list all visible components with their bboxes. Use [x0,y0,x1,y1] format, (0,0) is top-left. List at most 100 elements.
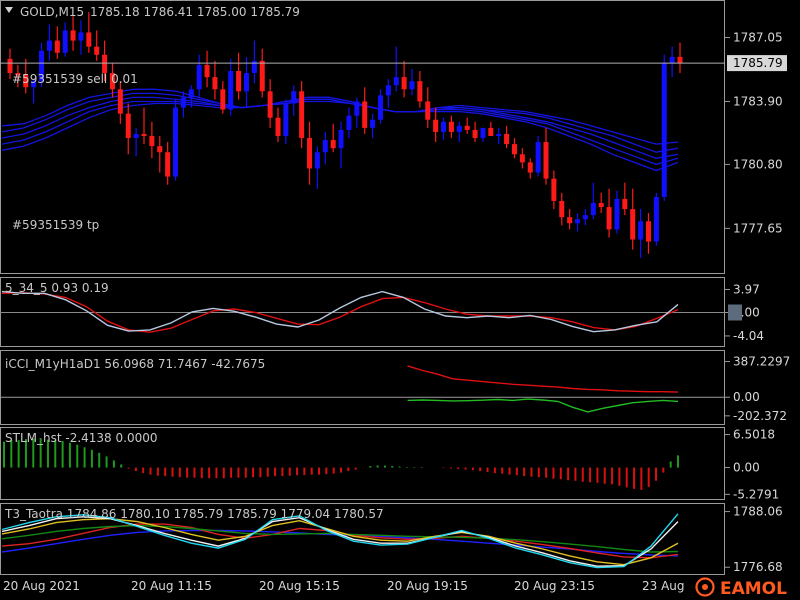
time-tick-label: 20 Aug 19:15 [387,579,468,593]
candle-body [575,219,581,224]
candle-body [669,56,675,63]
trading-chart: 1787.05 1783.90 1780.80 1777.65 3.97 0.00 -4.0… [0,0,790,599]
candle-body [322,140,328,153]
order-annotation-tp: #59351539 tp [12,218,99,232]
candle-body [385,85,391,96]
histogram-title: STLM_hst -2.4138 0.0000 [5,431,157,445]
axis-tick-label: 1777.65 [733,221,783,235]
time-tick-label: 23 Aug [642,579,685,593]
candle-body [7,58,13,74]
candle-body [212,77,218,90]
candle-body [441,121,447,132]
ma-ribbon-line [1,96,679,159]
candle-body [236,71,242,92]
candle-body [338,129,344,149]
candle-body [472,129,478,139]
candle-body [582,215,588,220]
axis-tick-label: 6.5018 [733,428,775,442]
candle-body [196,64,202,90]
candle-body [551,178,557,201]
brand-logo-text: EAMOL [720,579,787,599]
candle-body [519,154,525,163]
candle-body [133,133,139,139]
candle-body [448,121,454,132]
candle-body [425,101,431,120]
candle-body [354,101,360,116]
candle-body [504,133,510,145]
candle-body [275,117,281,136]
brand-logo: EAMOL [695,577,787,599]
axis-tick-label: 0.00 [733,390,760,404]
brand-logo-icon-dot [702,584,708,590]
series-line [407,398,679,413]
time-tick-label: 20 Aug 2021 [3,579,80,593]
axis-tick-label: 1787.05 [733,31,783,45]
candle-body [165,152,171,177]
candle-body [267,91,273,118]
oscillator-title: 5_34_5 0.93 0.19 [5,281,109,295]
candle-body [527,162,533,173]
candle-body [149,135,155,147]
price-axes: 1787.05 1783.90 1780.80 1777.65 3.97 0.00 -4.0… [725,31,790,574]
time-tick-label: 20 Aug 15:15 [259,579,340,593]
price-ohlc: 1785.18 1786.41 1785.00 1785.79 [90,5,300,19]
candle-body [54,40,60,53]
t3-title: T3_Taotra 1784.86 1780.10 1785.79 1785.7… [4,507,384,521]
candle-body [86,32,92,47]
candle-body [401,77,407,90]
candle-body [567,217,573,224]
axis-tick-label: -4.04 [733,329,764,343]
candle-body [496,133,502,136]
candle-body [409,81,415,90]
series-line [407,365,679,393]
candle-body [220,89,226,110]
chart-menu-icon[interactable] [5,7,13,13]
candle-body [330,140,336,149]
axis-tick-label: 3.97 [733,282,760,296]
zero-marker-box [728,304,742,321]
candle-body [480,127,486,139]
axis-tick-label: -5.2791 [733,487,779,501]
cci-panel [0,365,725,413]
price-panel [0,12,725,258]
series-line [1,516,679,567]
series-line [1,513,679,569]
candle-body [62,30,68,53]
axis-tick-label: 1783.90 [733,94,783,108]
axis-tick-label: -202.372 [733,409,787,423]
candle-body [645,221,651,242]
candle-body [299,91,305,139]
candle-body [630,209,636,240]
candle-body [157,146,163,153]
candle-body [535,142,541,173]
candle-body [622,198,628,210]
candle-body [614,198,620,230]
t3-panel [1,513,679,569]
histogram-panel [3,438,679,490]
candle-body [464,125,470,130]
candle-body [606,207,612,230]
axis-tick-label: 1788.06 [733,505,783,519]
candle-body [393,77,399,86]
time-tick-label: 20 Aug 23:15 [514,579,595,593]
candle-body [141,133,147,136]
candle-body [488,127,494,136]
candle-body [117,89,123,114]
candle-body [456,125,462,132]
axis-tick-label: 387.2297 [733,355,790,369]
axis-tick-label: 1776.68 [733,560,783,574]
candle-body [78,32,84,41]
price-panel-title: GOLD,M15 [20,5,84,19]
candle-body [559,200,565,218]
candle-body [511,144,517,155]
panel-frames [0,0,725,575]
oscillator-panel [0,290,725,333]
candle-body [125,113,131,139]
candle-body [283,103,289,136]
series-line [1,517,679,566]
candle-body [677,56,683,63]
cci-title: iCCI_M1yH1aD1 56.0968 71.7467 -42.7675 [5,357,265,371]
candle-body [377,95,383,120]
candle-body [94,46,100,55]
candle-body [291,91,297,104]
